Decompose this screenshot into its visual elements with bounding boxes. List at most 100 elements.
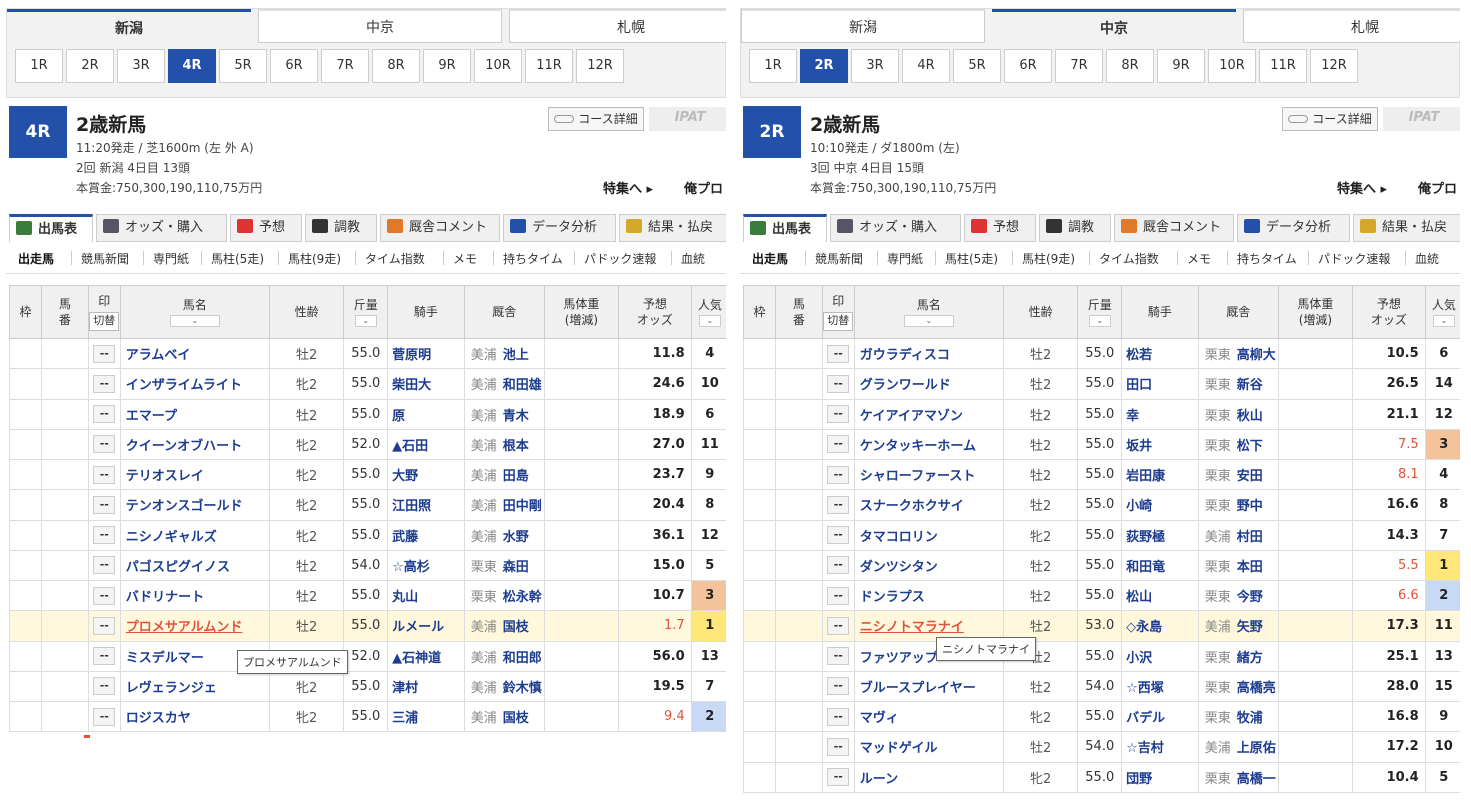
mark-button[interactable]: -- bbox=[827, 344, 850, 363]
trainer-link[interactable]: 高橋亮 bbox=[1237, 681, 1276, 696]
horse-name-link[interactable]: エマープ bbox=[119, 398, 270, 430]
course-detail-button[interactable]: コース詳細 bbox=[548, 107, 644, 131]
trainer-link[interactable]: 矢野 bbox=[1237, 620, 1263, 635]
horse-name-link[interactable]: テリオスレイ bbox=[119, 458, 270, 491]
horse-name-link[interactable]: ブルースプレイヤー bbox=[853, 670, 1004, 703]
horse-name-link[interactable]: クイーンオブハート bbox=[119, 428, 270, 461]
sub-nav-newspaper[interactable]: 競馬新聞 bbox=[815, 250, 863, 267]
venue-tab-1[interactable]: 中京 bbox=[258, 9, 502, 43]
race-button-3R[interactable]: 3R bbox=[851, 49, 899, 83]
trainer-link[interactable]: 高柳大 bbox=[1237, 348, 1276, 363]
col-header-horse-name[interactable]: 馬名 ⌄ bbox=[853, 285, 1004, 339]
jockey-link[interactable]: ▲石田 bbox=[387, 428, 465, 461]
sub-nav-newspaper[interactable]: 競馬新聞 bbox=[81, 250, 129, 267]
race-button-11R[interactable]: 11R bbox=[1259, 49, 1307, 83]
ore-pro-link[interactable]: 俺プロ bbox=[1418, 178, 1457, 197]
trainer-link[interactable]: 田中剛 bbox=[503, 499, 542, 514]
sub-nav-time-index[interactable]: タイム指数 bbox=[1099, 250, 1159, 267]
main-tab-1[interactable]: オッズ・購入 bbox=[830, 214, 961, 242]
jockey-link[interactable]: 団野 bbox=[1121, 761, 1199, 793]
race-button-8R[interactable]: 8R bbox=[372, 49, 420, 83]
trainer-link[interactable]: 松下 bbox=[1237, 439, 1263, 454]
venue-tab-2[interactable]: 札幌 bbox=[509, 9, 726, 43]
switch-button[interactable]: 切替 bbox=[89, 311, 120, 331]
horse-name-link[interactable]: ガウラディスコ bbox=[853, 337, 1004, 370]
mark-button[interactable]: -- bbox=[827, 616, 850, 635]
trainer-link[interactable]: 和田雄 bbox=[503, 378, 542, 393]
mark-button[interactable]: -- bbox=[827, 647, 850, 666]
race-button-1R[interactable]: 1R bbox=[749, 49, 797, 83]
sort-chevron-down-icon[interactable]: ⌄ bbox=[698, 315, 721, 328]
jockey-link[interactable]: 坂井 bbox=[1121, 428, 1199, 461]
race-button-3R[interactable]: 3R bbox=[117, 49, 165, 83]
jockey-link[interactable]: 小崎 bbox=[1121, 489, 1199, 521]
ipat-button[interactable]: IPAT bbox=[649, 107, 726, 131]
race-button-2R[interactable]: 2R bbox=[66, 49, 114, 83]
mark-button[interactable]: -- bbox=[827, 495, 850, 514]
jockey-link[interactable]: 原 bbox=[387, 398, 465, 430]
jockey-link[interactable]: ▲石神道 bbox=[387, 640, 465, 672]
mark-button[interactable]: -- bbox=[827, 465, 850, 484]
race-button-12R[interactable]: 12R bbox=[576, 49, 624, 83]
jockey-link[interactable]: 津村 bbox=[387, 670, 465, 703]
trainer-link[interactable]: 鈴木慎 bbox=[503, 681, 542, 696]
mark-button[interactable]: -- bbox=[827, 707, 850, 726]
mark-button[interactable]: -- bbox=[93, 344, 116, 363]
race-button-4R[interactable]: 4R bbox=[902, 49, 950, 83]
mark-button[interactable]: -- bbox=[93, 374, 116, 393]
race-button-7R[interactable]: 7R bbox=[321, 49, 369, 83]
col-header-weight[interactable]: 斤量 ⌄ bbox=[1077, 285, 1123, 339]
main-tab-0[interactable]: 出馬表 bbox=[743, 214, 827, 242]
trainer-link[interactable]: 国枝 bbox=[503, 620, 529, 635]
switch-button[interactable]: 切替 bbox=[823, 311, 854, 331]
main-tab-2[interactable]: 予想 bbox=[964, 214, 1036, 242]
sub-nav-best-time[interactable]: 持ちタイム bbox=[503, 250, 563, 267]
horse-name-link[interactable]: バドリナート bbox=[119, 579, 270, 612]
sub-nav-paddock[interactable]: パドック速報 bbox=[584, 250, 656, 267]
mark-button[interactable]: -- bbox=[93, 405, 116, 424]
col-header-horse-name[interactable]: 馬名 ⌄ bbox=[119, 285, 270, 339]
jockey-link[interactable]: 小沢 bbox=[1121, 640, 1199, 672]
sort-chevron-down-icon[interactable]: ⌄ bbox=[169, 315, 220, 328]
trainer-link[interactable]: 松永幹 bbox=[503, 590, 542, 605]
col-header-mark[interactable]: 印切替 bbox=[87, 285, 121, 339]
sub-nav-runners[interactable]: 出走馬 bbox=[752, 250, 788, 267]
horse-name-link[interactable]: ケイアイアマゾン bbox=[853, 398, 1004, 430]
sub-nav-pedigree[interactable]: 血統 bbox=[1415, 250, 1439, 267]
trainer-link[interactable]: 根本 bbox=[503, 439, 529, 454]
jockey-link[interactable]: 幸 bbox=[1121, 398, 1199, 430]
jockey-link[interactable]: ☆高杉 bbox=[387, 549, 465, 582]
main-tab-6[interactable]: 結果・払戻 bbox=[619, 214, 726, 242]
sub-nav-form9[interactable]: 馬柱(9走) bbox=[288, 250, 341, 267]
sort-chevron-down-icon[interactable]: ⌄ bbox=[1088, 315, 1111, 328]
mark-button[interactable]: -- bbox=[93, 677, 116, 696]
main-tab-6[interactable]: 結果・払戻 bbox=[1353, 214, 1460, 242]
race-button-6R[interactable]: 6R bbox=[270, 49, 318, 83]
horse-name-link[interactable]: テンオンスゴールド bbox=[119, 489, 270, 521]
venue-tab-2[interactable]: 札幌 bbox=[1243, 9, 1460, 43]
mark-button[interactable]: -- bbox=[827, 556, 850, 575]
race-button-7R[interactable]: 7R bbox=[1055, 49, 1103, 83]
jockey-link[interactable]: ◇永島 bbox=[1121, 610, 1199, 642]
trainer-link[interactable]: 安田 bbox=[1237, 469, 1263, 484]
venue-tab-0[interactable]: 新潟 bbox=[741, 9, 985, 43]
mark-button[interactable]: -- bbox=[93, 556, 116, 575]
sub-nav-pedigree[interactable]: 血統 bbox=[681, 250, 705, 267]
jockey-link[interactable]: 大野 bbox=[387, 458, 465, 491]
horse-name-link[interactable]: アラムベイ bbox=[119, 337, 270, 370]
horse-name-link[interactable]: マヴィ bbox=[853, 700, 1004, 733]
mark-button[interactable]: -- bbox=[827, 737, 850, 756]
sub-nav-memo[interactable]: メモ bbox=[1187, 250, 1211, 267]
mark-button[interactable]: -- bbox=[827, 586, 850, 605]
horse-name-link[interactable]: ニシノギャルズ bbox=[119, 519, 270, 551]
jockey-link[interactable]: ☆吉村 bbox=[1121, 731, 1199, 763]
col-header-mark[interactable]: 印切替 bbox=[821, 285, 855, 339]
trainer-link[interactable]: 青木 bbox=[503, 409, 529, 424]
trainer-link[interactable]: 村田 bbox=[1237, 530, 1263, 545]
mark-button[interactable]: -- bbox=[93, 707, 116, 726]
main-tab-4[interactable]: 厩舎コメント bbox=[380, 214, 500, 242]
horse-name-link[interactable]: スナークホクサイ bbox=[853, 489, 1004, 521]
race-button-12R[interactable]: 12R bbox=[1310, 49, 1358, 83]
sub-nav-best-time[interactable]: 持ちタイム bbox=[1237, 250, 1297, 267]
sort-chevron-down-icon[interactable]: ⌄ bbox=[354, 315, 377, 328]
